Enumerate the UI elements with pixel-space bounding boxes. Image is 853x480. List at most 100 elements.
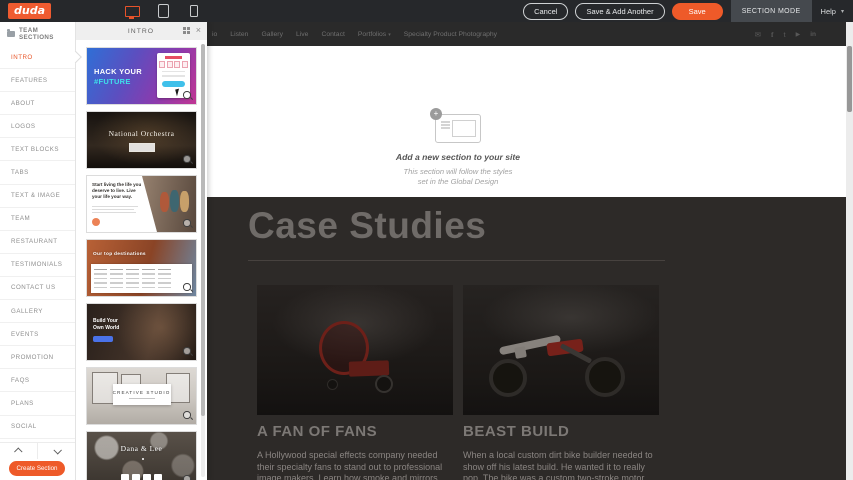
- thumbnail-caption: Our top destinations: [93, 252, 146, 257]
- table-preview: [91, 264, 192, 293]
- mobile-preview-button[interactable]: [184, 0, 204, 22]
- sidebar-item-team[interactable]: TEAM: [0, 208, 75, 231]
- sidebar-item-about[interactable]: ABOUT: [0, 92, 75, 115]
- thumbnail-hack-your-future[interactable]: HACK YOUR #FUTURE: [86, 47, 197, 105]
- placeholder-subtitle: This section will follow the styles set …: [373, 167, 543, 187]
- case-study-title: A FAN OF FANS: [257, 423, 453, 440]
- thumbnail-creative-studio[interactable]: CREATIVE STUDIO: [86, 367, 197, 425]
- sidebar-item-plans[interactable]: PLANS: [0, 392, 75, 415]
- placeholder-title: Add a new section to your site: [373, 152, 543, 162]
- sidebar-item-events[interactable]: EVENTS: [0, 323, 75, 346]
- button-preview: [93, 336, 113, 342]
- sidebar-item-social[interactable]: SOCIAL: [0, 416, 75, 439]
- thumbnail-top-destinations[interactable]: Our top destinations: [86, 239, 197, 297]
- sidebar-item-label: EVENTS: [11, 331, 39, 338]
- panel-scrollbar: [201, 44, 205, 477]
- help-menu[interactable]: Help ▾: [812, 7, 853, 16]
- thumbnail-national-orchestra[interactable]: National Orchestra: [86, 111, 197, 169]
- youtube-icon[interactable]: ▶: [796, 31, 801, 38]
- save-button[interactable]: Save: [672, 3, 723, 20]
- zoom-preview-icon[interactable]: [183, 219, 193, 229]
- desktop-icon: [125, 6, 140, 17]
- panel-scrollbar-thumb[interactable]: [201, 44, 205, 416]
- nav-item-listen[interactable]: Listen: [230, 31, 248, 38]
- nav-item-live[interactable]: Live: [296, 31, 308, 38]
- facebook-icon[interactable]: f: [771, 30, 774, 39]
- case-study-card: BEAST BUILD When a local custom dirt bik…: [463, 285, 659, 480]
- sidebar-item-label: ABOUT: [11, 100, 35, 107]
- nav-item-label: Portfolios: [358, 31, 386, 38]
- close-icon[interactable]: ×: [196, 25, 202, 36]
- site-navbar: io Listen Gallery Live Contact Portfolio…: [207, 22, 846, 46]
- sidebar-item-intro[interactable]: INTRO: [0, 46, 75, 69]
- sections-sidebar: TEAM SECTIONS INTRO FEATURES ABOUT LOGOS…: [0, 22, 76, 480]
- new-section-dropzone[interactable]: + Add a new section to your site This se…: [207, 46, 846, 197]
- thumbnail-caption: Build Your Own World: [93, 318, 123, 331]
- thumbnail-build-your-own-world[interactable]: Build Your Own World: [86, 303, 197, 361]
- nav-item-specialty-product-photography[interactable]: Specialty Product Photography: [404, 31, 497, 38]
- sidebar-item-label: TEXT & IMAGE: [11, 192, 60, 199]
- tablet-icon: [158, 4, 169, 18]
- thumbnail-caption: CREATIVE STUDIO: [113, 390, 171, 395]
- mobile-icon: [190, 5, 198, 17]
- sidebar-item-restaurant[interactable]: RESTAURANT: [0, 231, 75, 254]
- zoom-preview-icon[interactable]: [183, 91, 193, 101]
- sidebar-item-label: INTRO: [11, 54, 33, 61]
- dirt-bike-photo: [463, 285, 659, 415]
- sidebar-item-testimonials[interactable]: TESTIMONIALS: [0, 254, 75, 277]
- fan-machine-photo: [257, 285, 453, 415]
- add-icon: +: [430, 108, 442, 120]
- scroll-up-button[interactable]: [0, 443, 38, 459]
- button-preview: [129, 143, 155, 152]
- site-preview-canvas: io Listen Gallery Live Contact Portfolio…: [207, 22, 846, 480]
- twitter-icon[interactable]: t: [784, 30, 786, 39]
- email-icon[interactable]: ✉: [755, 30, 761, 39]
- sidebar-header-label: TEAM SECTIONS: [19, 27, 75, 41]
- thumbnail-live-your-way[interactable]: Start living the life you deserve to liv…: [86, 175, 197, 233]
- sidebar-item-label: TEXT BLOCKS: [11, 146, 59, 153]
- section-wireframe-icon: +: [435, 114, 481, 143]
- sidebar-item-logos[interactable]: LOGOS: [0, 115, 75, 138]
- folder-icon: [7, 31, 15, 37]
- case-studies-section: Case Studies A FAN OF FANS A Hollywood s…: [207, 197, 846, 480]
- nav-item-gallery[interactable]: Gallery: [261, 31, 283, 38]
- zoom-preview-icon[interactable]: [183, 155, 193, 165]
- zoom-preview-icon[interactable]: [183, 475, 193, 480]
- social-links: ✉ f t ▶ in: [755, 30, 816, 39]
- sidebar-item-label: FAQS: [11, 377, 30, 384]
- sidebar-item-label: PROMOTION: [11, 354, 54, 361]
- sidebar-item-label: CONTACT US: [11, 284, 56, 291]
- nav-item-portfolios[interactable]: Portfolios▾: [358, 31, 391, 38]
- section-mode-badge: SECTION MODE: [731, 0, 812, 22]
- sidebar-item-promotion[interactable]: PROMOTION: [0, 346, 75, 369]
- section-heading: Case Studies: [207, 197, 846, 247]
- sidebar-item-contact-us[interactable]: CONTACT US: [0, 277, 75, 300]
- desktop-preview-button[interactable]: [122, 0, 142, 22]
- cancel-button[interactable]: Cancel: [523, 3, 568, 20]
- sidebar-item-text-and-image[interactable]: TEXT & IMAGE: [0, 185, 75, 208]
- sidebar-item-tabs[interactable]: TABS: [0, 161, 75, 184]
- sidebar-item-label: TESTIMONIALS: [11, 261, 62, 268]
- linkedin-icon[interactable]: in: [810, 31, 816, 38]
- tablet-preview-button[interactable]: [153, 0, 173, 22]
- canvas-scrollbar: [846, 22, 853, 480]
- create-section-button[interactable]: Create Section: [9, 461, 65, 476]
- scroll-down-button[interactable]: [38, 443, 75, 459]
- topbar-actions: Cancel Save & Add Another Save SECTION M…: [523, 0, 853, 22]
- sidebar-item-gallery[interactable]: GALLERY: [0, 300, 75, 323]
- canvas-scrollbar-thumb[interactable]: [847, 46, 852, 112]
- thumbnail-dana-and-lee[interactable]: Dana & Lee: [86, 431, 197, 480]
- zoom-preview-icon[interactable]: [183, 347, 193, 357]
- nav-item-partial[interactable]: io: [212, 31, 217, 38]
- sidebar-item-faqs[interactable]: FAQS: [0, 369, 75, 392]
- nav-item-contact[interactable]: Contact: [321, 31, 344, 38]
- grid-view-icon[interactable]: [183, 27, 190, 34]
- sidebar-footer: Create Section: [0, 442, 75, 480]
- save-add-another-button[interactable]: Save & Add Another: [575, 3, 664, 20]
- case-study-body: When a local custom dirt bike builder ne…: [463, 450, 659, 480]
- sidebar-item-features[interactable]: FEATURES: [0, 69, 75, 92]
- sidebar-item-text-blocks[interactable]: TEXT BLOCKS: [0, 138, 75, 161]
- zoom-preview-icon[interactable]: [183, 283, 193, 293]
- editor-topbar: duda Cancel Save & Add Another Save SECT…: [0, 0, 853, 22]
- zoom-preview-icon[interactable]: [183, 411, 193, 421]
